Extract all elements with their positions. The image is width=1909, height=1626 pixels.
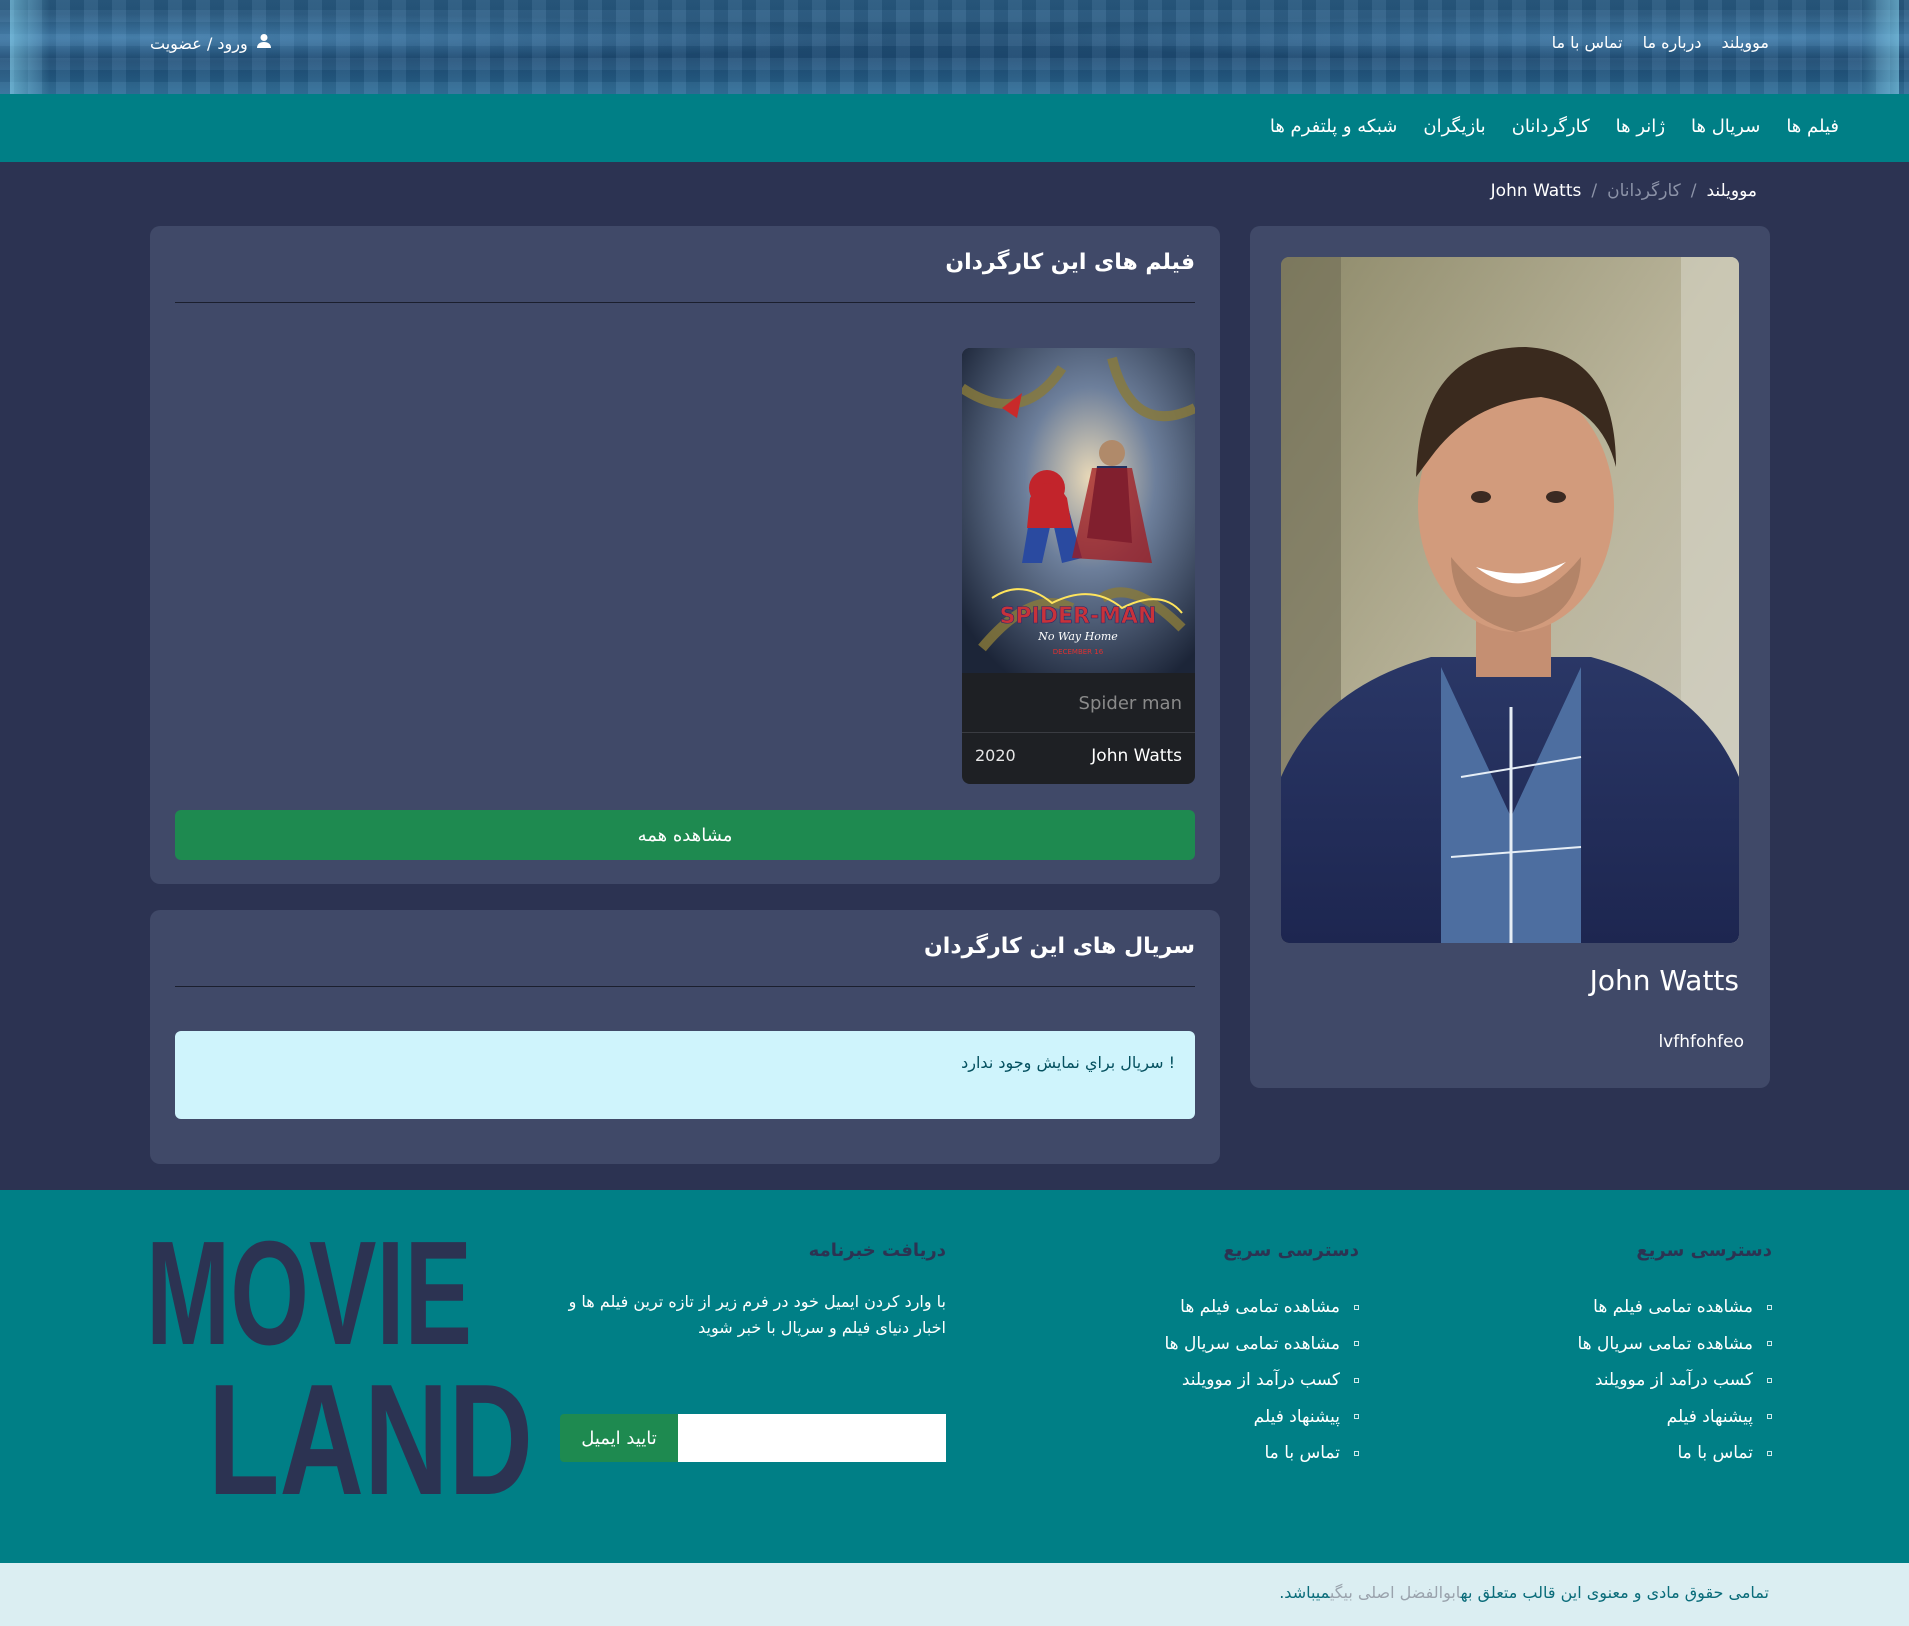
director-name: John Watts bbox=[1589, 964, 1739, 997]
bullet-icon bbox=[1354, 1377, 1359, 1383]
footer-link[interactable]: کسب درآمد از موویلند bbox=[1182, 1370, 1340, 1390]
top-link-home[interactable]: موویلند bbox=[1721, 33, 1769, 52]
svg-text:No Way Home: No Way Home bbox=[1037, 630, 1118, 643]
author-link[interactable]: ابوالفضل اصلی بیگی bbox=[1330, 1583, 1461, 1602]
main-nav: فیلم ها سریال ها ژانر ها کارگردانان بازی… bbox=[0, 94, 1909, 162]
footer-link[interactable]: تماس با ما bbox=[1265, 1443, 1341, 1463]
nav-item-networks[interactable]: شبکه و پلتفرم ها bbox=[1270, 116, 1398, 137]
bullet-icon bbox=[1354, 1414, 1359, 1420]
breadcrumb-separator: / bbox=[1690, 181, 1697, 201]
series-section-title: سریال های این کارگردان bbox=[924, 934, 1195, 959]
empty-series-alert: سريال براي نمايش وجود ندارد ! bbox=[175, 1031, 1195, 1119]
footer-link[interactable]: مشاهده تمامی سریال ها bbox=[1164, 1334, 1340, 1354]
logo-text-land: LAND bbox=[208, 1352, 533, 1522]
footer-link[interactable]: پیشنهاد فیلم bbox=[1254, 1407, 1340, 1427]
divider bbox=[175, 302, 1195, 303]
top-bar: موویلند درباره ما تماس با ما ورود / عضوی… bbox=[0, 0, 1909, 94]
director-bio: lvfhfohfeo bbox=[1658, 1032, 1744, 1052]
breadcrumb-home[interactable]: موویلند bbox=[1706, 181, 1757, 201]
nav-item-genres[interactable]: ژانر ها bbox=[1616, 116, 1665, 137]
svg-text:DECEMBER 16: DECEMBER 16 bbox=[1053, 648, 1104, 656]
director-series-card: سریال های این کارگردان سريال براي نمايش … bbox=[150, 910, 1220, 1164]
nav-item-directors[interactable]: کارگردانان bbox=[1512, 116, 1590, 137]
bullet-icon bbox=[1767, 1414, 1772, 1420]
svg-text:SPIDER-MAN: SPIDER-MAN bbox=[1000, 604, 1157, 629]
breadcrumb-directors[interactable]: کارگردانان bbox=[1607, 181, 1681, 201]
films-section-title: فیلم های این کارگردان bbox=[945, 250, 1195, 275]
copyright-bar: تمامی حقوق مادی و معنوی این قالب متعلق ب… bbox=[0, 1563, 1909, 1626]
footer-column-title: دسترسی سریع bbox=[1223, 1240, 1359, 1261]
bullet-icon bbox=[1354, 1304, 1359, 1310]
login-link[interactable]: ورود / عضویت bbox=[150, 33, 272, 53]
footer: دسترسی سریع مشاهده تمامی فیلم ها مشاهده … bbox=[0, 1190, 1909, 1563]
newsletter-form: تایید ایمیل bbox=[560, 1414, 946, 1462]
movie-title: Spider man bbox=[1078, 693, 1182, 714]
footer-link[interactable]: مشاهده تمامی فیلم ها bbox=[1593, 1297, 1753, 1317]
nav-item-movies[interactable]: فیلم ها bbox=[1786, 116, 1839, 137]
movie-year: 2020 bbox=[975, 746, 1016, 765]
director-photo bbox=[1281, 257, 1739, 943]
breadcrumb-separator: / bbox=[1591, 181, 1598, 201]
view-all-button[interactable]: مشاهده همه bbox=[175, 810, 1195, 860]
newsletter-title: دریافت خبرنامه bbox=[808, 1240, 946, 1261]
movie-poster: SPIDER-MAN No Way Home DECEMBER 16 bbox=[962, 348, 1195, 673]
director-profile-card: John Watts bbox=[1250, 226, 1770, 1088]
divider bbox=[175, 986, 1195, 987]
footer-column-title: دسترسی سریع bbox=[1636, 1240, 1772, 1261]
footer-newsletter: دریافت خبرنامه با وارد کردن ایمیل خود در… bbox=[560, 1240, 946, 1462]
bullet-icon bbox=[1767, 1341, 1772, 1347]
footer-link[interactable]: مشاهده تمامی فیلم ها bbox=[1180, 1297, 1340, 1317]
top-links: موویلند درباره ما تماس با ما bbox=[1552, 33, 1769, 52]
bullet-icon bbox=[1767, 1304, 1772, 1310]
breadcrumb: موویلند / کارگردانان / John Watts bbox=[1491, 181, 1757, 201]
newsletter-description: با وارد کردن ایمیل خود در فرم زیر از تاز… bbox=[568, 1292, 946, 1337]
footer-quick-access-2: دسترسی سریع مشاهده تمامی فیلم ها مشاهده … bbox=[1139, 1240, 1359, 1472]
newsletter-submit-button[interactable]: تایید ایمیل bbox=[560, 1414, 678, 1462]
bullet-icon bbox=[1354, 1341, 1359, 1347]
footer-link[interactable]: مشاهده تمامی سریال ها bbox=[1577, 1334, 1753, 1354]
bullet-icon bbox=[1354, 1450, 1359, 1456]
login-label: ورود / عضویت bbox=[150, 33, 248, 53]
movie-director: John Watts bbox=[1091, 746, 1182, 766]
movieland-logo: MOVIE LAND bbox=[146, 1211, 536, 1528]
top-link-contact[interactable]: تماس با ما bbox=[1552, 33, 1623, 52]
footer-link[interactable]: پیشنهاد فیلم bbox=[1667, 1407, 1753, 1427]
director-films-card: فیلم های این کارگردان SPIDER-MAN No Way … bbox=[150, 226, 1220, 884]
bullet-icon bbox=[1767, 1450, 1772, 1456]
user-icon bbox=[256, 33, 272, 53]
newsletter-email-input[interactable] bbox=[678, 1414, 946, 1462]
footer-quick-access-1: دسترسی سریع مشاهده تمامی فیلم ها مشاهده … bbox=[1552, 1240, 1772, 1472]
footer-link[interactable]: کسب درآمد از موویلند bbox=[1595, 1370, 1753, 1390]
breadcrumb-current: John Watts bbox=[1490, 181, 1582, 201]
nav-item-actors[interactable]: بازیگران bbox=[1423, 116, 1485, 137]
empty-series-message: سريال براي نمايش وجود ندارد ! bbox=[961, 1053, 1175, 1072]
top-link-about[interactable]: درباره ما bbox=[1643, 33, 1702, 52]
copyright-text: تمامی حقوق مادی و معنوی این قالب متعلق ب… bbox=[1279, 1583, 1769, 1602]
movie-card[interactable]: SPIDER-MAN No Way Home DECEMBER 16 Spide… bbox=[962, 348, 1195, 784]
nav-item-series[interactable]: سریال ها bbox=[1691, 116, 1760, 137]
bullet-icon bbox=[1767, 1377, 1772, 1383]
footer-link[interactable]: تماس با ما bbox=[1678, 1443, 1754, 1463]
